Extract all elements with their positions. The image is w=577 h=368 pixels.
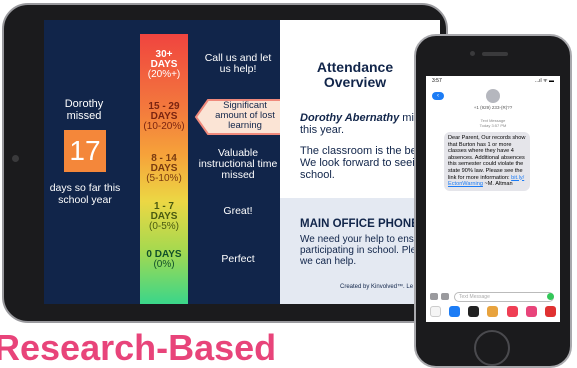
student-name: Dorothy Abernathy — [300, 112, 400, 124]
attendance-left-panel: Dorothy missed 17 days so far this schoo… — [44, 20, 283, 304]
main-office-body: We need your help to ensu participating … — [300, 234, 422, 267]
phone-device: 3:57 ...ıl ᯤ ▬ ‹ +1 (929) 233-(R)?? Text… — [414, 34, 572, 368]
scale-label-great: Great! — [223, 205, 253, 217]
scale-label-valuable: Valuable instructional time missed — [198, 147, 278, 181]
phone-speaker — [482, 52, 508, 56]
phone-camera — [470, 51, 475, 56]
compose-bar: Text Message — [430, 292, 556, 302]
current-tier-callout: Significant amount of lost learning — [194, 98, 284, 136]
scale-tier-8-14: 8 - 14 DAYS (5-10%) — [146, 153, 182, 184]
callout-text: Significant amount of lost learning — [215, 100, 275, 131]
days-missed-count: 17 — [64, 130, 106, 172]
tablet-camera — [12, 155, 19, 162]
scale-tier-30plus: 30+ DAYS (20%+) — [147, 49, 181, 80]
tablet-screen: Dorothy missed 17 days so far this schoo… — [44, 20, 440, 304]
memoji-app-icon[interactable] — [487, 306, 499, 317]
scale-tier-1-7: 1 - 7 DAYS (0-5%) — [148, 201, 179, 232]
contact-number: +1 (929) 233-(R)?? — [473, 105, 513, 110]
appstore-app-icon[interactable] — [449, 306, 461, 317]
music-app-icon[interactable] — [525, 306, 537, 317]
scale-tier-15-29: 15 - 29 DAYS (10-20%) — [143, 101, 185, 132]
photos-app-icon[interactable] — [430, 306, 441, 317]
appstore-icon[interactable] — [441, 293, 449, 300]
messages-screen: 3:57 ...ıl ᯤ ▬ ‹ +1 (929) 233-(R)?? Text… — [426, 76, 560, 322]
scale-label-perfect: Perfect — [221, 253, 255, 265]
scale-labels: Call us and let us help! Valuable instru… — [192, 20, 280, 304]
status-signal: ...ıl ᯤ ▬ — [534, 78, 554, 84]
message-meta: Text Message Today 3:57 PM — [479, 118, 507, 128]
home-button[interactable] — [474, 330, 510, 366]
app-drawer — [430, 306, 556, 318]
missed-label: Dorothy missed — [64, 98, 104, 122]
tablet-device: Dorothy missed 17 days so far this schoo… — [2, 3, 448, 323]
days-so-far-label: days so far this school year — [49, 182, 121, 206]
contact-avatar[interactable] — [486, 89, 500, 103]
animoji-app-icon[interactable] — [506, 306, 518, 317]
scale-label-call-us: Call us and let us help! — [204, 52, 272, 75]
camera-icon[interactable] — [430, 293, 438, 300]
created-by: Created by Kinvolved™. Le — [340, 284, 414, 290]
scale-tier-0: 0 DAYS (0%) — [146, 249, 182, 270]
back-button[interactable]: ‹ — [432, 92, 444, 100]
attendance-scale-bar: 30+ DAYS (20%+) 15 - 29 DAYS (10-20%) 8 … — [140, 34, 188, 304]
message-input[interactable]: Text Message — [454, 292, 554, 302]
status-time: 3:57 — [432, 78, 442, 84]
send-icon[interactable] — [547, 293, 554, 300]
applepay-app-icon[interactable] — [468, 306, 480, 317]
attendance-title: Attendance Overview — [316, 59, 394, 90]
search-app-icon[interactable] — [544, 306, 556, 317]
main-office-title: MAIN OFFICE PHONE: — [300, 218, 423, 230]
incoming-message-bubble: Dear Parent, Our records show that Burto… — [444, 132, 530, 191]
section-heading: Research-Based — [0, 327, 277, 368]
